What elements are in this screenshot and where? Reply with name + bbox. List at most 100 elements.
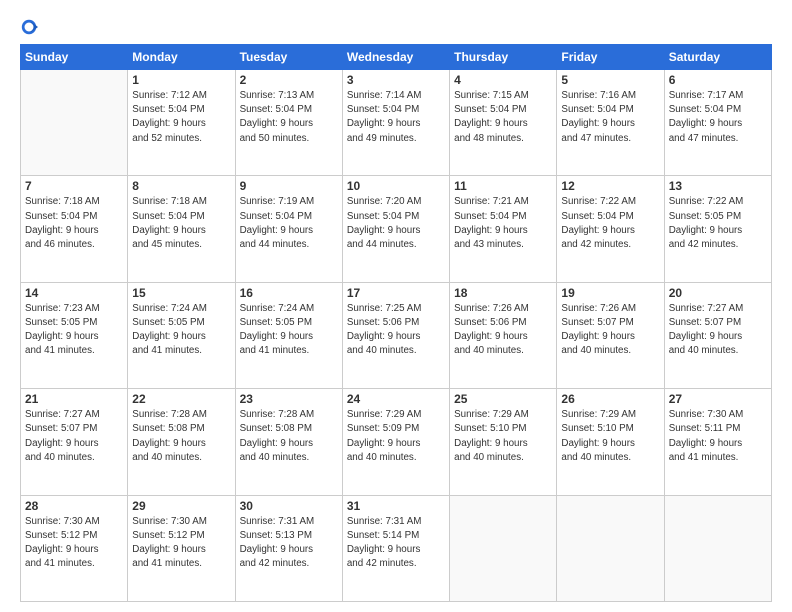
day-info: Sunrise: 7:22 AMSunset: 5:05 PMDaylight:… xyxy=(669,195,767,252)
calendar-cell: 30Sunrise: 7:31 AMSunset: 5:13 PMDayligh… xyxy=(235,495,342,601)
calendar-cell: 1 Sunrise: 7:12 AMSunset: 5:04 PMDaylight… xyxy=(128,70,235,176)
calendar-cell: 27 Sunrise: 7:30 AMSunset: 5:11 PMDayligh… xyxy=(664,389,771,495)
day-number: 18 xyxy=(454,286,552,300)
day-info: Sunrise: 7:31 AMSunset: 5:14 PMDaylight:… xyxy=(347,515,445,572)
calendar-cell: 5 Sunrise: 7:16 AMSunset: 5:04 PMDaylight… xyxy=(557,70,664,176)
calendar-cell: 4Sunrise: 7:15 AMSunset: 5:04 PMDaylight… xyxy=(450,70,557,176)
calendar-cell: 12 Sunrise: 7:22 AMSunset: 5:04 PMDayligh… xyxy=(557,176,664,282)
day-number: 21 xyxy=(25,392,123,406)
day-number: 9 xyxy=(240,179,338,193)
day-number: 3 xyxy=(347,73,445,87)
day-of-week-header: Thursday xyxy=(450,45,557,70)
day-of-week-header: Wednesday xyxy=(342,45,449,70)
day-info: Sunrise: 7:30 AMSunset: 5:12 PMDaylight:… xyxy=(132,515,230,572)
calendar-cell: 21 Sunrise: 7:27 AMSunset: 5:07 PMDayligh… xyxy=(21,389,128,495)
calendar-cell: 11 Sunrise: 7:21 AMSunset: 5:04 PMDayligh… xyxy=(450,176,557,282)
day-info: Sunrise: 7:13 AMSunset: 5:04 PMDaylight:… xyxy=(240,89,338,146)
calendar-week-row: 28 Sunrise: 7:30 AMSunset: 5:12 PMDayligh… xyxy=(21,495,772,601)
day-info: Sunrise: 7:20 AMSunset: 5:04 PMDaylight:… xyxy=(347,195,445,252)
day-number: 25 xyxy=(454,392,552,406)
calendar-week-row: 7 Sunrise: 7:18 AMSunset: 5:04 PMDaylight… xyxy=(21,176,772,282)
header xyxy=(20,18,772,36)
day-info: Sunrise: 7:27 AMSunset: 5:07 PMDaylight:… xyxy=(669,302,767,359)
calendar-cell: 3Sunrise: 7:14 AMSunset: 5:04 PMDaylight… xyxy=(342,70,449,176)
day-info: Sunrise: 7:28 AMSunset: 5:08 PMDaylight:… xyxy=(240,408,338,465)
logo xyxy=(20,18,42,36)
day-info: Sunrise: 7:26 AMSunset: 5:06 PMDaylight:… xyxy=(454,302,552,359)
day-of-week-header: Friday xyxy=(557,45,664,70)
calendar-cell: 22 Sunrise: 7:28 AMSunset: 5:08 PMDayligh… xyxy=(128,389,235,495)
day-info: Sunrise: 7:30 AMSunset: 5:12 PMDaylight:… xyxy=(25,515,123,572)
day-number: 6 xyxy=(669,73,767,87)
day-info: Sunrise: 7:30 AMSunset: 5:11 PMDaylight:… xyxy=(669,408,767,465)
day-info: Sunrise: 7:27 AMSunset: 5:07 PMDaylight:… xyxy=(25,408,123,465)
day-number: 28 xyxy=(25,499,123,513)
logo-icon xyxy=(20,18,38,36)
calendar-cell xyxy=(557,495,664,601)
calendar-cell: 28 Sunrise: 7:30 AMSunset: 5:12 PMDayligh… xyxy=(21,495,128,601)
day-info: Sunrise: 7:24 AMSunset: 5:05 PMDaylight:… xyxy=(240,302,338,359)
day-number: 2 xyxy=(240,73,338,87)
calendar-cell: 19 Sunrise: 7:26 AMSunset: 5:07 PMDayligh… xyxy=(557,282,664,388)
calendar-cell xyxy=(21,70,128,176)
day-number: 24 xyxy=(347,392,445,406)
day-number: 20 xyxy=(669,286,767,300)
day-of-week-header: Sunday xyxy=(21,45,128,70)
day-info: Sunrise: 7:31 AMSunset: 5:13 PMDaylight:… xyxy=(240,515,338,572)
day-number: 26 xyxy=(561,392,659,406)
calendar-header-row: SundayMondayTuesdayWednesdayThursdayFrid… xyxy=(21,45,772,70)
calendar-cell: 18 Sunrise: 7:26 AMSunset: 5:06 PMDayligh… xyxy=(450,282,557,388)
day-info: Sunrise: 7:15 AMSunset: 5:04 PMDaylight:… xyxy=(454,89,552,146)
day-info: Sunrise: 7:18 AMSunset: 5:04 PMDaylight:… xyxy=(132,195,230,252)
day-number: 12 xyxy=(561,179,659,193)
day-info: Sunrise: 7:12 AMSunset: 5:04 PMDaylight:… xyxy=(132,89,230,146)
day-number: 31 xyxy=(347,499,445,513)
calendar-cell: 29 Sunrise: 7:30 AMSunset: 5:12 PMDayligh… xyxy=(128,495,235,601)
calendar-week-row: 21 Sunrise: 7:27 AMSunset: 5:07 PMDayligh… xyxy=(21,389,772,495)
day-info: Sunrise: 7:23 AMSunset: 5:05 PMDaylight:… xyxy=(25,302,123,359)
day-number: 27 xyxy=(669,392,767,406)
calendar-cell: 15Sunrise: 7:24 AMSunset: 5:05 PMDayligh… xyxy=(128,282,235,388)
day-info: Sunrise: 7:21 AMSunset: 5:04 PMDaylight:… xyxy=(454,195,552,252)
day-of-week-header: Saturday xyxy=(664,45,771,70)
day-number: 10 xyxy=(347,179,445,193)
calendar-cell xyxy=(664,495,771,601)
calendar-cell: 10 Sunrise: 7:20 AMSunset: 5:04 PMDayligh… xyxy=(342,176,449,282)
calendar-cell: 31 Sunrise: 7:31 AMSunset: 5:14 PMDayligh… xyxy=(342,495,449,601)
calendar-cell: 23 Sunrise: 7:28 AMSunset: 5:08 PMDayligh… xyxy=(235,389,342,495)
calendar-cell: 16Sunrise: 7:24 AMSunset: 5:05 PMDayligh… xyxy=(235,282,342,388)
day-info: Sunrise: 7:22 AMSunset: 5:04 PMDaylight:… xyxy=(561,195,659,252)
day-number: 7 xyxy=(25,179,123,193)
day-info: Sunrise: 7:29 AMSunset: 5:10 PMDaylight:… xyxy=(561,408,659,465)
day-info: Sunrise: 7:29 AMSunset: 5:09 PMDaylight:… xyxy=(347,408,445,465)
day-number: 8 xyxy=(132,179,230,193)
calendar-cell: 20 Sunrise: 7:27 AMSunset: 5:07 PMDayligh… xyxy=(664,282,771,388)
day-number: 13 xyxy=(669,179,767,193)
day-number: 23 xyxy=(240,392,338,406)
day-info: Sunrise: 7:24 AMSunset: 5:05 PMDaylight:… xyxy=(132,302,230,359)
day-of-week-header: Monday xyxy=(128,45,235,70)
day-info: Sunrise: 7:26 AMSunset: 5:07 PMDaylight:… xyxy=(561,302,659,359)
calendar-cell: 24 Sunrise: 7:29 AMSunset: 5:09 PMDayligh… xyxy=(342,389,449,495)
day-number: 11 xyxy=(454,179,552,193)
day-number: 5 xyxy=(561,73,659,87)
calendar-table: SundayMondayTuesdayWednesdayThursdayFrid… xyxy=(20,44,772,602)
day-number: 14 xyxy=(25,286,123,300)
day-number: 1 xyxy=(132,73,230,87)
day-number: 29 xyxy=(132,499,230,513)
day-of-week-header: Tuesday xyxy=(235,45,342,70)
calendar-cell: 14 Sunrise: 7:23 AMSunset: 5:05 PMDayligh… xyxy=(21,282,128,388)
calendar-cell: 7Sunrise: 7:18 AMSunset: 5:04 PMDaylight… xyxy=(21,176,128,282)
day-info: Sunrise: 7:28 AMSunset: 5:08 PMDaylight:… xyxy=(132,408,230,465)
day-number: 22 xyxy=(132,392,230,406)
day-info: Sunrise: 7:16 AMSunset: 5:04 PMDaylight:… xyxy=(561,89,659,146)
calendar-cell: 9 Sunrise: 7:19 AMSunset: 5:04 PMDaylight… xyxy=(235,176,342,282)
page: SundayMondayTuesdayWednesdayThursdayFrid… xyxy=(0,0,792,612)
day-number: 19 xyxy=(561,286,659,300)
calendar-cell: 26 Sunrise: 7:29 AMSunset: 5:10 PMDayligh… xyxy=(557,389,664,495)
day-info: Sunrise: 7:29 AMSunset: 5:10 PMDaylight:… xyxy=(454,408,552,465)
calendar-cell xyxy=(450,495,557,601)
day-info: Sunrise: 7:19 AMSunset: 5:04 PMDaylight:… xyxy=(240,195,338,252)
calendar-week-row: 1 Sunrise: 7:12 AMSunset: 5:04 PMDaylight… xyxy=(21,70,772,176)
calendar-cell: 8 Sunrise: 7:18 AMSunset: 5:04 PMDaylight… xyxy=(128,176,235,282)
